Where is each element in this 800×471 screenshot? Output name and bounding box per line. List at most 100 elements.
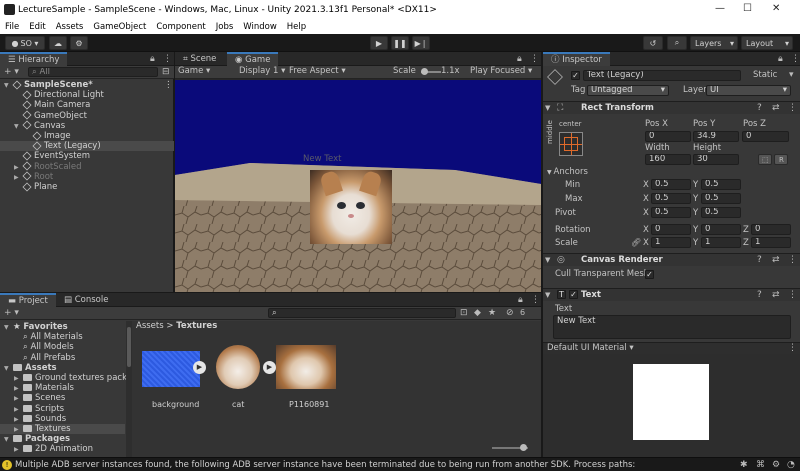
max-x-field[interactable]: 0.5 xyxy=(651,193,691,204)
menu-file[interactable]: File xyxy=(5,20,19,34)
add-asset-button[interactable]: + ▾ xyxy=(4,308,19,318)
menu-assets[interactable]: Assets xyxy=(56,20,84,34)
pivot-y-field[interactable]: 0.5 xyxy=(701,207,741,218)
project-tree-item[interactable]: ⌕ All Prefabs xyxy=(0,353,125,363)
material-dropdown[interactable]: Default UI Material ▾ xyxy=(547,343,634,354)
min-y-field[interactable]: 0.5 xyxy=(701,179,741,190)
scale-y-field[interactable]: 1 xyxy=(701,237,741,248)
pos-z-field[interactable]: 0 xyxy=(742,131,789,142)
hierarchy-item[interactable]: ▶ Root xyxy=(0,171,174,182)
preset-icon[interactable]: ⇄ xyxy=(772,103,780,113)
hierarchy-item[interactable]: Plane xyxy=(0,181,174,192)
scale-x-field[interactable]: 1 xyxy=(651,237,691,248)
tab-project[interactable]: ▬ Project xyxy=(0,293,56,307)
hierarchy-item[interactable]: ▼ Canvas xyxy=(0,120,174,131)
asset-tile[interactable]: ▶ xyxy=(142,343,206,401)
tab-hierarchy[interactable]: ☰ Hierarchy xyxy=(0,52,68,66)
asset-tile[interactable]: ▶ xyxy=(208,343,276,401)
project-tree-item[interactable]: ▶ Ground textures pack xyxy=(0,373,127,383)
height-field[interactable]: 30 xyxy=(693,154,739,165)
project-tree-item[interactable]: ▶ Scenes xyxy=(0,393,125,403)
breadcrumb-textures[interactable]: Textures xyxy=(176,321,217,331)
hierarchy-item[interactable]: Text (Legacy) xyxy=(0,141,174,152)
add-button[interactable]: + ▾ xyxy=(4,67,19,77)
tab-inspector[interactable]: ⓘ Inspector xyxy=(543,52,610,66)
layer-dropdown[interactable]: UI ▾ xyxy=(706,85,791,96)
play-button[interactable]: ▶ xyxy=(370,36,388,50)
anchor-presets-button[interactable] xyxy=(559,132,583,156)
label-filter-icon[interactable]: ◆ xyxy=(474,308,481,318)
width-field[interactable]: 160 xyxy=(645,154,691,165)
project-tree-item[interactable]: ▶ Textures xyxy=(0,424,125,434)
menu-jobs[interactable]: Jobs xyxy=(216,20,234,34)
lock-icon[interactable]: 🔒︎ xyxy=(150,54,155,64)
menu-component[interactable]: Component xyxy=(156,20,205,34)
step-button[interactable]: ▶❘ xyxy=(412,36,430,50)
account-button[interactable]: ● SO ▾ xyxy=(5,36,45,50)
cloud-button[interactable]: ☁ xyxy=(49,36,67,50)
lock-icon[interactable]: 🔒︎ xyxy=(518,295,523,305)
maximize-button[interactable]: ☐ xyxy=(743,3,752,14)
rot-z-field[interactable]: 0 xyxy=(751,224,791,235)
collab-button[interactable]: ⚙ xyxy=(70,36,88,50)
rect-transform-header[interactable]: ▼ ⛶ Rect Transform ? ⇄ ⋮ xyxy=(543,101,800,114)
progress-icon[interactable]: ◔ xyxy=(787,460,795,470)
lock-icon[interactable]: 🔒︎ xyxy=(778,54,783,64)
bug-icon[interactable]: ✱ xyxy=(740,460,748,470)
kebab-menu-icon[interactable]: ⋮ xyxy=(788,290,797,300)
kebab-menu-icon[interactable]: ⋮ xyxy=(530,54,539,64)
breadcrumb-assets[interactable]: Assets xyxy=(136,321,164,331)
text-component-header[interactable]: ▼ T ✓ Text ? ⇄ ⋮ xyxy=(543,288,800,301)
kebab-menu-icon[interactable]: ⋮ xyxy=(788,255,797,265)
lock-icon[interactable]: 🔒︎ xyxy=(517,54,522,64)
project-tree-item[interactable]: ▶ Scripts xyxy=(0,404,125,414)
settings-icon[interactable]: ⚙ xyxy=(772,460,780,470)
kebab-menu-icon[interactable]: ⋮ xyxy=(164,80,173,90)
project-tree-item[interactable]: ▼ Packages xyxy=(0,434,125,444)
raw-edit-button[interactable]: R xyxy=(774,154,788,165)
menu-edit[interactable]: Edit xyxy=(29,20,45,34)
pivot-x-field[interactable]: 0.5 xyxy=(651,207,691,218)
hierarchy-item[interactable]: Main Camera xyxy=(0,100,174,110)
help-icon[interactable]: ? xyxy=(757,255,762,265)
hierarchy-item[interactable]: EventSystem xyxy=(0,151,174,161)
rot-y-field[interactable]: 0 xyxy=(701,224,741,235)
kebab-menu-icon[interactable]: ⋮ xyxy=(788,103,797,113)
text-enabled-checkbox[interactable]: ✓ xyxy=(569,290,578,299)
collapse-icon[interactable]: ▼ xyxy=(545,290,550,300)
pause-button[interactable]: ❚❚ xyxy=(391,36,409,50)
project-tree-item[interactable]: ▶ Sounds xyxy=(0,414,125,424)
hierarchy-item[interactable]: Image xyxy=(0,130,174,141)
kebab-menu-icon[interactable]: ⋮ xyxy=(163,54,172,64)
anchors-foldout[interactable]: ▼ Anchors xyxy=(547,167,588,178)
kebab-menu-icon[interactable]: ⋮ xyxy=(531,295,540,305)
kebab-menu-icon[interactable]: ⋮ xyxy=(791,54,800,64)
active-checkbox[interactable]: ✓ xyxy=(571,71,580,80)
text-value-field[interactable]: New Text xyxy=(553,315,791,339)
minimize-button[interactable]: — xyxy=(715,3,725,14)
aspect-dropdown[interactable]: Free Aspect ▾ xyxy=(289,66,346,77)
menu-window[interactable]: Window xyxy=(243,20,277,34)
project-tree-item[interactable]: ⌕ All Models xyxy=(0,342,125,352)
tab-game[interactable]: ◉ Game xyxy=(227,52,279,66)
min-x-field[interactable]: 0.5 xyxy=(651,179,691,190)
static-dropdown[interactable]: ▾ xyxy=(789,70,794,80)
thumbnail-size-slider[interactable] xyxy=(492,444,528,451)
visibility-icon[interactable]: ⊘ xyxy=(506,308,514,318)
game-viewport[interactable]: New Text xyxy=(175,80,541,292)
project-tree-item[interactable]: ▼ Assets xyxy=(0,363,125,373)
type-filter-icon[interactable]: ⊡ xyxy=(460,308,468,318)
filter-icon[interactable]: ⊟ xyxy=(162,67,170,77)
display-dropdown[interactable]: Display 1 ▾ xyxy=(239,66,285,77)
project-tree-item[interactable]: ▶ 2D Animation xyxy=(0,444,125,454)
collapse-icon[interactable]: ▼ xyxy=(545,255,550,265)
favorite-icon[interactable]: ★ xyxy=(488,308,496,318)
cull-transparent-checkbox[interactable]: ✓ xyxy=(645,270,654,279)
asset-tile[interactable] xyxy=(274,343,338,401)
expand-arrow-icon[interactable]: ▶ xyxy=(14,445,21,455)
canvas-renderer-header[interactable]: ▼ ◎ Canvas Renderer ? ⇄ ⋮ xyxy=(543,253,800,266)
max-y-field[interactable]: 0.5 xyxy=(701,193,741,204)
play-mode-dropdown[interactable]: Play Focused ▾ xyxy=(470,66,532,77)
close-button[interactable]: ✕ xyxy=(772,3,780,14)
search-button[interactable]: ⌕ xyxy=(667,36,687,50)
